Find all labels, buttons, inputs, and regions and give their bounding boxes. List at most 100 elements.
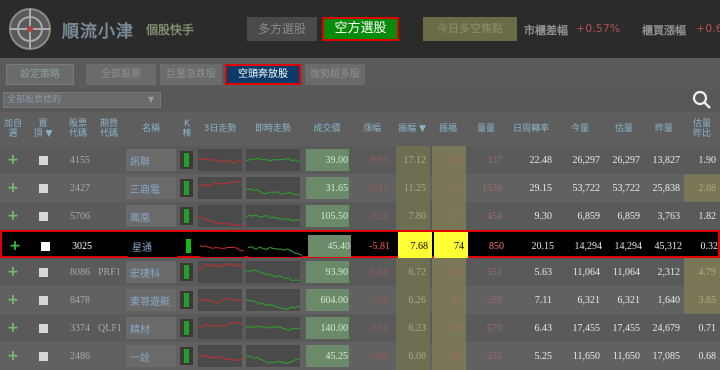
pin-checkbox[interactable] — [40, 241, 50, 251]
intraday-trend-sparkline — [246, 289, 300, 311]
pin-checkbox[interactable] — [38, 323, 48, 333]
stock-name[interactable]: 鳳凰 — [126, 202, 176, 230]
pin-checkbox[interactable] — [38, 267, 48, 277]
filter-row: 全部股票標的 ▼ — [0, 88, 720, 112]
add-watchlist-plus-icon[interactable]: + — [0, 202, 26, 230]
column-header[interactable]: 置 頂 ▼ — [30, 112, 56, 146]
pin-checkbox[interactable] — [38, 155, 48, 165]
column-header[interactable]: 振福 — [430, 112, 466, 146]
stock-name[interactable]: 精材 — [126, 314, 176, 342]
last-price: 140.00 — [320, 322, 349, 334]
volume-ratio: 454 — [487, 210, 502, 222]
stock-name[interactable]: 星通 — [128, 232, 178, 260]
tab-bear-run[interactable]: 空頭奔放股 — [225, 64, 301, 85]
stock-code: 8478 — [70, 294, 90, 306]
estimated-volume: 6,321 — [617, 294, 641, 306]
amplitude: 6.72 — [408, 266, 427, 278]
candlestick-icon — [180, 263, 193, 281]
column-header[interactable]: 估量 昨比 — [684, 112, 720, 146]
tab-set-strategy[interactable]: 設定策略 — [6, 64, 74, 85]
stock-name[interactable]: 東哥遊艇 — [126, 286, 176, 314]
change-percent: -2.47 — [367, 182, 388, 194]
today-focus-button[interactable]: 今日多空焦點 — [423, 17, 517, 41]
short-select-button[interactable]: 空方選股 — [322, 17, 399, 41]
yesterday-volume: 45,312 — [654, 240, 683, 252]
column-header[interactable]: 期貨 代碼 — [94, 112, 124, 146]
last-price: 45.25 — [325, 350, 349, 362]
column-header[interactable]: 今量 — [556, 112, 604, 146]
column-header[interactable]: 估量 — [604, 112, 644, 146]
column-header[interactable]: 即時走勢 — [244, 112, 302, 146]
yesterday-volume: 1,640 — [657, 294, 681, 306]
estimated-volume: 11,650 — [612, 350, 640, 362]
stock-name[interactable]: 訊聯 — [126, 146, 176, 174]
pin-checkbox[interactable] — [38, 211, 48, 221]
estimate-yesterday-ratio: 3.85 — [684, 286, 720, 314]
column-header[interactable]: 加自 選 — [0, 112, 26, 146]
long-select-button[interactable]: 多方選股 — [247, 17, 317, 41]
change-percent: -0.66 — [367, 350, 388, 362]
candlestick-icon — [180, 151, 193, 169]
column-header[interactable]: 名稱 — [124, 112, 178, 146]
stock-universe-select[interactable]: 全部股票標的 ▼ — [3, 92, 161, 108]
column-header[interactable]: 昨量 — [644, 112, 684, 146]
amplitude-rank: 62 — [452, 266, 462, 278]
table-row[interactable]: + 2486 一詮 45.25 -0.66 6.08 56 235 5.25 1… — [0, 342, 720, 370]
table-row[interactable]: + 5706 鳳凰 105.50 -3.21 7.80 17 454 9.30 … — [0, 202, 720, 230]
turnover-rate: 6.43 — [534, 322, 553, 334]
column-header[interactable]: 振幅 ▼ — [394, 112, 430, 146]
pin-checkbox-cell — [30, 258, 56, 286]
column-header[interactable]: 量量 — [466, 112, 506, 146]
intraday-trend-sparkline — [246, 177, 300, 199]
amplitude-rank: 74 — [454, 240, 464, 252]
tab-strong-long[interactable]: 強勢超多股 — [305, 64, 365, 85]
three-day-trend-sparkline — [198, 177, 242, 199]
stock-name[interactable]: 宏捷科 — [126, 258, 176, 286]
column-header[interactable]: K 棒 — [178, 112, 196, 146]
pin-checkbox[interactable] — [38, 183, 48, 193]
pin-checkbox[interactable] — [38, 295, 48, 305]
add-watchlist-plus-icon[interactable]: + — [0, 286, 26, 314]
stock-name[interactable]: 三商電 — [126, 174, 176, 202]
table-row[interactable]: + 3374 QLF1 精材 140.00 -3.11 6.23 18 670 … — [0, 314, 720, 342]
table-row[interactable]: + 2427 三商電 31.65 -2.47 11.25 71 1536 29.… — [0, 174, 720, 202]
last-price: 93.90 — [325, 266, 349, 278]
column-header[interactable]: 成交價 — [302, 112, 352, 146]
tab-all-stocks[interactable]: 全部股票 — [86, 64, 156, 85]
estimated-volume: 11,064 — [612, 266, 640, 278]
today-volume: 53,722 — [572, 182, 601, 194]
column-header[interactable]: 3日走勢 — [196, 112, 244, 146]
intraday-trend-sparkline — [246, 205, 300, 227]
table-row[interactable]: + 3025 星通 45.40 -5.81 7.68 74 850 20.15 … — [0, 230, 720, 260]
app-header: 順流小津 個股快手 多方選股 空方選股 今日多空焦點 市櫃差幅 +0.57% 櫃… — [0, 0, 720, 58]
column-header[interactable]: 漲幅 — [352, 112, 392, 146]
tab-volume-drop[interactable]: 巨量急跌股 — [160, 64, 222, 85]
column-header[interactable]: 股票 代碼 — [62, 112, 94, 146]
table-row[interactable]: + 4155 訊聯 39.00 -9.95 17.12 116 337 22.4… — [0, 146, 720, 174]
amplitude-rank: 71 — [452, 182, 462, 194]
column-header[interactable]: 日周轉率 — [506, 112, 556, 146]
last-price: 31.65 — [325, 182, 349, 194]
estimated-volume: 17,455 — [612, 322, 641, 334]
table-row[interactable]: + 8086 PRF1 宏捷科 93.90 -1.68 6.72 62 551 … — [0, 258, 720, 286]
add-watchlist-plus-icon[interactable]: + — [0, 258, 26, 286]
intraday-trend-sparkline — [246, 261, 300, 283]
add-watchlist-plus-icon[interactable]: + — [0, 174, 26, 202]
add-watchlist-plus-icon[interactable]: + — [0, 146, 26, 174]
pin-checkbox[interactable] — [38, 351, 48, 361]
add-watchlist-plus-icon[interactable]: + — [2, 232, 28, 260]
add-watchlist-plus-icon[interactable]: + — [0, 314, 26, 342]
table-row[interactable]: + 8478 東哥遊艇 604.00 -2.26 6.26 37 289 7.1… — [0, 286, 720, 314]
pin-checkbox-cell — [30, 146, 56, 174]
change-percent: -3.11 — [367, 322, 388, 334]
stock-code: 3025 — [72, 240, 92, 252]
estimated-volume: 53,722 — [612, 182, 641, 194]
three-day-trend-sparkline — [200, 235, 244, 257]
add-watchlist-plus-icon[interactable]: + — [0, 342, 26, 370]
otc-rise-value: +0.6 — [696, 22, 720, 35]
stock-code: 4155 — [70, 154, 90, 166]
stock-name[interactable]: 一詮 — [126, 342, 176, 370]
search-icon[interactable] — [692, 90, 712, 110]
stock-code: 2486 — [70, 350, 90, 362]
otc-diff-value: +0.57% — [576, 22, 621, 35]
